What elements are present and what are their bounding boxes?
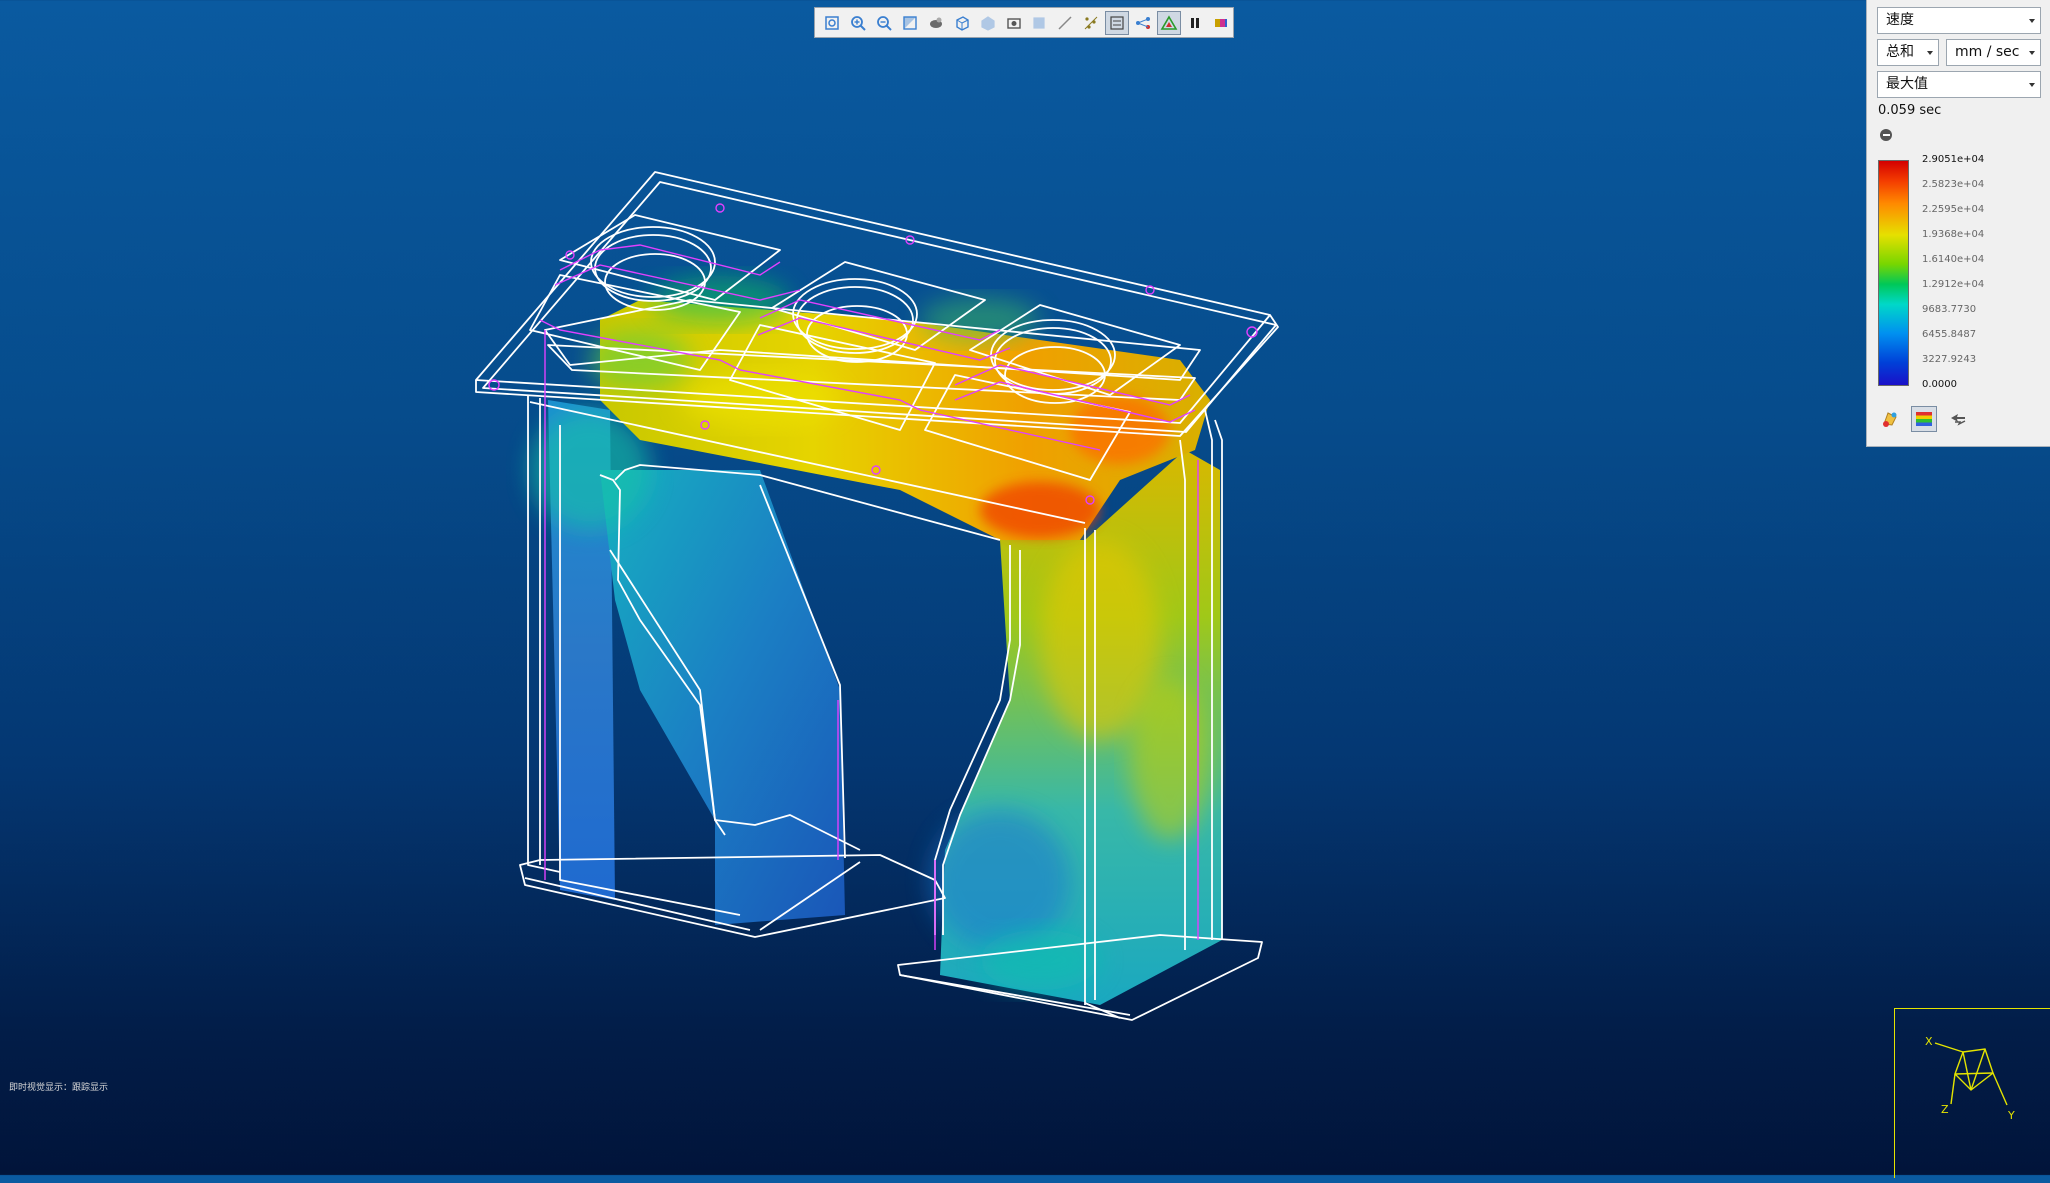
zoom-out-icon bbox=[876, 15, 892, 31]
chevron-down-icon bbox=[2029, 83, 2035, 87]
legend-label: 2.2595e+04 bbox=[1922, 204, 1985, 215]
left-leg-fluid bbox=[530, 400, 845, 925]
unit-value: mm / sec bbox=[1955, 44, 2020, 60]
unit-select[interactable]: mm / sec bbox=[1946, 39, 2041, 66]
legend-label: 1.2912e+04 bbox=[1922, 279, 1985, 290]
capture-icon bbox=[1006, 17, 1021, 29]
legend-label: 3227.9243 bbox=[1922, 354, 1977, 365]
triangle-mesh-icon bbox=[1160, 14, 1178, 30]
zoom-in-icon bbox=[851, 15, 866, 31]
view-box-button[interactable] bbox=[1028, 11, 1052, 35]
mode-select[interactable]: 最大值 bbox=[1877, 71, 2041, 98]
zoom-fit-button[interactable] bbox=[820, 11, 844, 35]
probe-points-icon bbox=[1084, 16, 1098, 29]
legend-label: 0.0000 bbox=[1922, 379, 1957, 390]
legend-label: 6455.8487 bbox=[1922, 329, 1977, 340]
capture-button[interactable] bbox=[1002, 11, 1026, 35]
palette-icon[interactable] bbox=[1877, 406, 1903, 432]
pause-button[interactable] bbox=[1183, 11, 1207, 35]
component-value: 总和 bbox=[1886, 44, 1914, 60]
view-iso-button[interactable] bbox=[976, 11, 1000, 35]
zoom-in-button[interactable] bbox=[846, 11, 870, 35]
zoom-fit-icon bbox=[825, 15, 839, 30]
axis-cube-icon: X Y Z bbox=[1925, 1035, 2015, 1122]
node-link-button[interactable] bbox=[1131, 11, 1155, 35]
legend-label: 1.6140e+04 bbox=[1922, 254, 1985, 265]
view-cube-button[interactable] bbox=[950, 11, 974, 35]
gradient-legend-icon[interactable] bbox=[1911, 406, 1937, 432]
mode-value: 最大值 bbox=[1886, 76, 1928, 92]
color-legend-bar bbox=[1878, 160, 1909, 386]
legend-label: 9683.7730 bbox=[1922, 304, 1977, 315]
view-toolbar bbox=[814, 7, 1234, 38]
axis-label-z: Z bbox=[1941, 1103, 1949, 1116]
view-box-icon bbox=[1033, 16, 1046, 29]
legend-label: 2.9051e+04 bbox=[1922, 154, 1985, 165]
3d-viewport[interactable] bbox=[0, 0, 2050, 1175]
section-plane-button[interactable] bbox=[898, 11, 922, 35]
color-legend-button[interactable] bbox=[1209, 11, 1233, 35]
flow-model-render bbox=[475, 171, 1279, 1021]
section-plane-icon bbox=[903, 15, 917, 30]
node-link-icon bbox=[1136, 16, 1151, 29]
chevron-down-icon bbox=[2029, 51, 2035, 55]
pause-icon bbox=[1191, 17, 1200, 28]
probe-points-button[interactable] bbox=[1079, 11, 1103, 35]
collapse-legend-icon[interactable] bbox=[1880, 129, 1892, 141]
view-iso-icon bbox=[980, 15, 995, 31]
view-cube-icon bbox=[955, 15, 969, 31]
measure-icon bbox=[1058, 15, 1072, 30]
time-readout: 0.059 sec bbox=[1878, 103, 1942, 118]
status-text: 即时视觉显示：跟踪显示 bbox=[9, 1083, 109, 1093]
zoom-out-button[interactable] bbox=[872, 11, 896, 35]
axis-label-y: Y bbox=[2007, 1109, 2015, 1122]
refresh-icon[interactable] bbox=[1945, 406, 1971, 432]
result-type-select[interactable]: 速度 bbox=[1877, 7, 2041, 34]
triangle-mesh-button[interactable] bbox=[1157, 10, 1182, 35]
measure-button[interactable] bbox=[1053, 11, 1077, 35]
legend-label: 1.9368e+04 bbox=[1922, 229, 1985, 240]
render-mode-button[interactable] bbox=[924, 11, 948, 35]
legend-label: 2.5823e+04 bbox=[1922, 179, 1985, 190]
result-type-value: 速度 bbox=[1886, 12, 1914, 28]
color-legend-icon bbox=[1215, 18, 1228, 27]
display-settings-button[interactable] bbox=[1105, 10, 1130, 35]
chevron-down-icon bbox=[2029, 19, 2035, 23]
render-mode-icon bbox=[929, 17, 942, 28]
axis-label-x: X bbox=[1925, 1035, 1933, 1048]
component-select[interactable]: 总和 bbox=[1877, 39, 1939, 66]
result-panel: 速度 总和 mm / sec 最大值 0.059 sec 2.9051e+04 2… bbox=[1866, 0, 2050, 447]
axis-triad: X Y Z bbox=[1894, 1008, 2050, 1178]
display-settings-icon bbox=[1110, 15, 1124, 30]
chevron-down-icon bbox=[1927, 51, 1933, 55]
